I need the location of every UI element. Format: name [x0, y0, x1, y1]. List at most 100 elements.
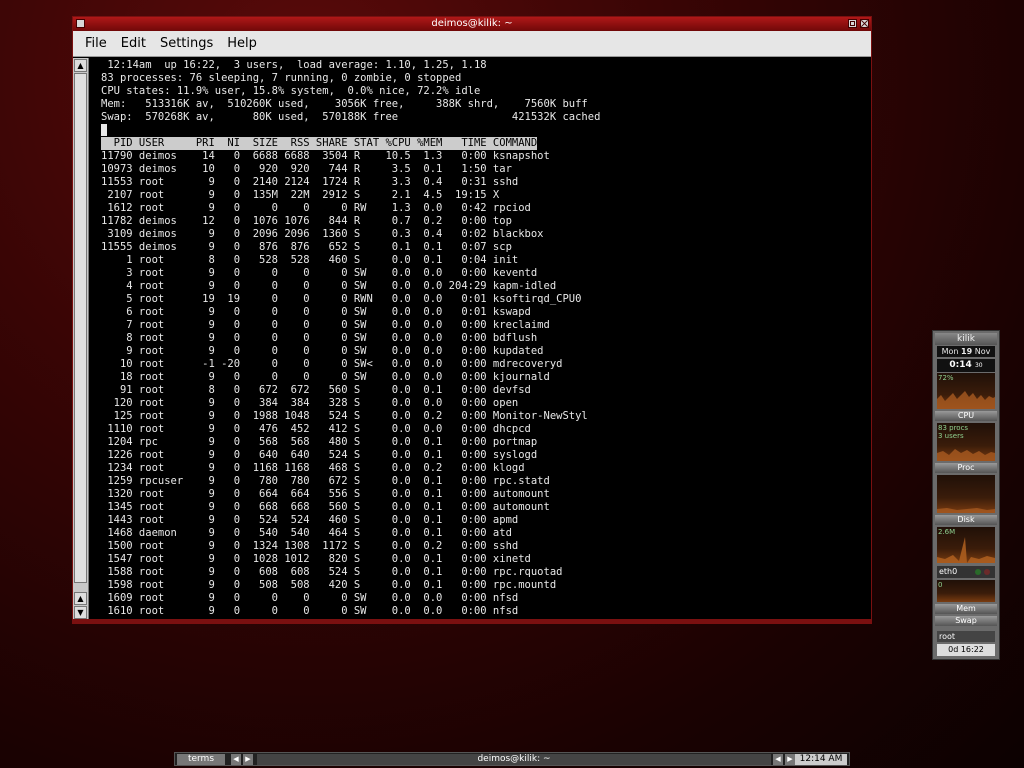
process-row: 1609 root 9 0 0 0 0 SW 0.0 0.0 0:00 nfsd [101, 592, 519, 604]
gk-hostname: kilik [935, 333, 997, 345]
cpu-label: CPU [935, 411, 997, 421]
window-titlebar[interactable]: deimos@kilik: ~ [73, 17, 871, 31]
terminal-window[interactable]: deimos@kilik: ~ File Edit Settings Help … [72, 16, 872, 624]
next-window-icon[interactable]: ▶ [785, 754, 795, 765]
eth-rx-led-icon [975, 569, 981, 575]
task-window[interactable]: deimos@kilik: ~ [257, 754, 771, 765]
cpu-percent: 72% [938, 374, 954, 382]
gk-date-month: Nov [974, 347, 991, 356]
gk-seconds: 30 [974, 362, 983, 369]
workspace-name[interactable]: terms [177, 754, 225, 765]
process-row: 1500 root 9 0 1324 1308 1172 S 0.0 0.2 0… [101, 540, 519, 552]
process-row: 91 root 8 0 672 672 560 S 0.0 0.1 0:00 d… [101, 384, 531, 396]
process-row: 5 root 19 19 0 0 0 RWN 0.0 0.0 0:01 ksof… [101, 293, 582, 305]
process-row: 3 root 9 0 0 0 0 SW 0.0 0.0 0:00 keventd [101, 267, 538, 279]
process-row: 1443 root 9 0 524 524 460 S 0.0 0.1 0:00… [101, 514, 519, 526]
cursor-icon [101, 124, 107, 136]
cpu-graph: 72% [937, 373, 995, 409]
process-row: 1588 root 9 0 608 608 524 S 0.0 0.1 0:00… [101, 566, 563, 578]
process-row: 1259 rpcuser 9 0 780 780 672 S 0.0 0.1 0… [101, 475, 550, 487]
disk-rate: 2.6M [938, 528, 956, 536]
process-row: 11555 deimos 9 0 876 876 652 S 0.1 0.1 0… [101, 241, 512, 253]
terminal-output[interactable]: 12:14am up 16:22, 3 users, load average:… [91, 59, 869, 619]
eth-tx-led-icon [984, 569, 990, 575]
minimize-icon[interactable] [76, 19, 85, 28]
process-row: 1612 root 9 0 0 0 0 RW 1.3 0.0 0:42 rpci… [101, 202, 531, 214]
gk-date-num: 19 [961, 347, 973, 356]
process-row: 1226 root 9 0 640 640 524 S 0.0 0.1 0:00… [101, 449, 538, 461]
scroll-down-icon[interactable]: ▼ [74, 606, 87, 619]
mem-label: Mem [935, 604, 997, 614]
summary-line: 12:14am up 16:22, 3 users, load average:… [101, 59, 487, 71]
eth-label: eth0 [939, 567, 958, 576]
disk-rate-graph: 2.6M [937, 527, 995, 563]
gk-date: Mon 19 Nov [937, 346, 995, 357]
gk-date-day: Mon [941, 347, 959, 356]
summary-line: Swap: 570268K av, 80K used, 570188K free… [101, 111, 601, 123]
terminal-scrollbar[interactable]: ▲ ▲ ▼ [73, 58, 89, 622]
taskbar-clock: 12:14 AM [795, 754, 847, 765]
summary-line: CPU states: 11.9% user, 15.8% system, 0.… [101, 85, 481, 97]
process-header-row: PID USER PRI NI SIZE RSS SHARE STAT %CPU… [101, 137, 869, 150]
process-row: 1610 root 9 0 0 0 0 SW 0.0 0.0 0:00 nfsd [101, 605, 519, 617]
process-row: 2107 root 9 0 135M 22M 2912 S 2.1 4.5 19… [101, 189, 500, 201]
menu-settings[interactable]: Settings [160, 36, 213, 51]
process-row: 125 root 9 0 1988 1048 524 S 0.0 0.2 0:0… [101, 410, 588, 422]
process-row: 11782 deimos 12 0 1076 1076 844 R 0.7 0.… [101, 215, 512, 227]
process-row: 3109 deimos 9 0 2096 2096 1360 S 0.3 0.4… [101, 228, 544, 240]
proc-text: 83 procs 3 users [938, 424, 968, 440]
menu-help[interactable]: Help [227, 36, 257, 51]
menu-file[interactable]: File [85, 36, 107, 51]
menu-bar: File Edit Settings Help [73, 31, 871, 57]
disk-graph [937, 475, 995, 513]
gk-user: root [937, 631, 995, 642]
eth-graph: 0 [937, 580, 995, 602]
prev-window-icon[interactable]: ◀ [773, 754, 783, 765]
prev-workspace-icon[interactable]: ◀ [231, 754, 241, 765]
gk-uptime: 0d 16:22 [937, 644, 995, 656]
eth-value: 0 [938, 581, 943, 589]
proc-label: Proc [935, 463, 997, 473]
process-row: 7 root 9 0 0 0 0 SW 0.0 0.0 0:00 kreclai… [101, 319, 550, 331]
procs-count: 83 procs [938, 424, 969, 432]
close-icon[interactable] [860, 19, 869, 28]
scroll-thumb[interactable] [74, 73, 87, 583]
process-row: 8 root 9 0 0 0 0 SW 0.0 0.0 0:00 bdflush [101, 332, 538, 344]
gk-clock: 0:14 30 [937, 359, 995, 372]
scroll-up-icon[interactable]: ▲ [74, 59, 87, 72]
process-row: 120 root 9 0 384 384 328 S 0.0 0.0 0:00 … [101, 397, 519, 409]
summary-line: Mem: 513316K av, 510260K used, 3056K fre… [101, 98, 588, 110]
menu-edit[interactable]: Edit [121, 36, 146, 51]
process-row: 11790 deimos 14 0 6688 6688 3504 R 10.5 … [101, 150, 550, 162]
next-workspace-icon[interactable]: ▶ [243, 754, 253, 765]
process-row: 10 root -1 -20 0 0 0 SW< 0.0 0.0 0:00 md… [101, 358, 563, 370]
process-row: 11553 root 9 0 2140 2124 1724 R 3.3 0.4 … [101, 176, 519, 188]
process-row: 9 root 9 0 0 0 0 SW 0.0 0.0 0:00 kupdate… [101, 345, 544, 357]
process-header: PID USER PRI NI SIZE RSS SHARE STAT %CPU… [101, 137, 538, 150]
summary-line: 83 processes: 76 sleeping, 7 running, 0 … [101, 72, 462, 84]
proc-graph: 83 procs 3 users [937, 423, 995, 461]
process-row: 1110 root 9 0 476 452 412 S 0.0 0.0 0:00… [101, 423, 531, 435]
process-row: 1234 root 9 0 1168 1168 468 S 0.0 0.2 0:… [101, 462, 525, 474]
process-row: 10973 deimos 10 0 920 920 744 R 3.5 0.1 … [101, 163, 512, 175]
process-row: 1598 root 9 0 508 508 420 S 0.0 0.1 0:00… [101, 579, 557, 591]
window-title: deimos@kilik: ~ [431, 18, 513, 29]
cursor-line [101, 124, 869, 137]
window-bottom-border[interactable] [73, 619, 871, 623]
process-row: 1547 root 9 0 1028 1012 820 S 0.0 0.1 0:… [101, 553, 531, 565]
gkrellm-panel: kilik Mon 19 Nov 0:14 30 72% CPU 83 proc… [932, 330, 1000, 660]
eth-row: eth0 [937, 566, 995, 578]
process-row: 1468 daemon 9 0 540 540 464 S 0.0 0.1 0:… [101, 527, 512, 539]
process-row: 1320 root 9 0 664 664 556 S 0.0 0.1 0:00… [101, 488, 550, 500]
process-row: 6 root 9 0 0 0 0 SW 0.0 0.0 0:01 kswapd [101, 306, 531, 318]
disk-label: Disk [935, 515, 997, 525]
process-row: 18 root 9 0 0 0 0 SW 0.0 0.0 0:00 kjourn… [101, 371, 550, 383]
process-row: 1204 rpc 9 0 568 568 480 S 0.0 0.1 0:00 … [101, 436, 538, 448]
disk-graph-bars [937, 508, 995, 513]
scroll-up-icon-lower[interactable]: ▲ [74, 592, 87, 605]
maximize-icon[interactable] [848, 19, 857, 28]
gk-time: 0:14 [949, 360, 972, 370]
swap-label: Swap [935, 616, 997, 626]
process-row: 1 root 8 0 528 528 460 S 0.0 0.1 0:04 in… [101, 254, 519, 266]
taskbar: terms ◀ ▶ deimos@kilik: ~ ◀ ▶ 12:14 AM [174, 752, 850, 766]
